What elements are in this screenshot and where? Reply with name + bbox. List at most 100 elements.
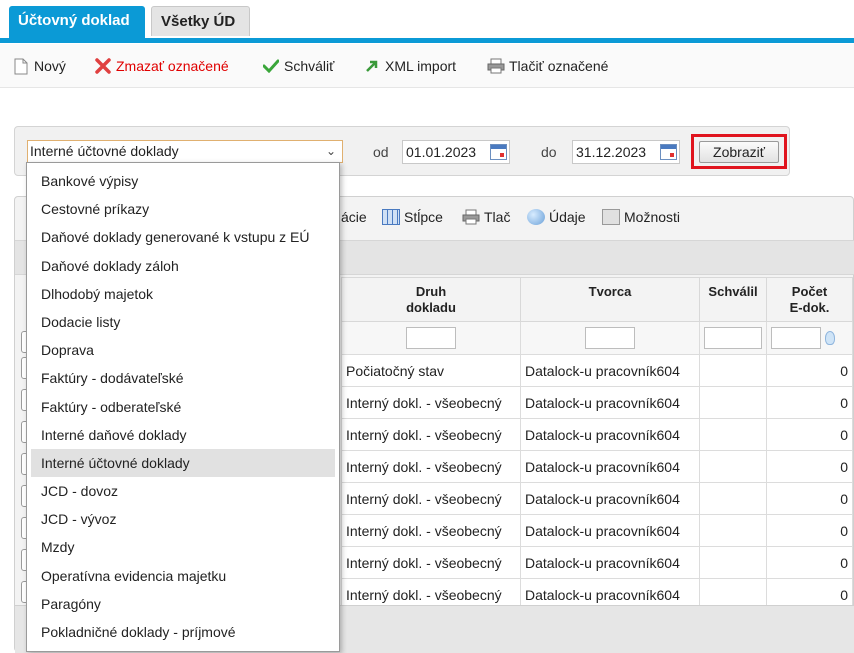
column-header-approved[interactable]: Schválil — [699, 277, 767, 322]
document-type-dropdown: Bankové výpisy Cestovné príkazy Daňové d… — [26, 162, 340, 652]
approve-label: Schváliť — [284, 58, 335, 74]
table-row[interactable]: Počiatočný stav Datalock-u pracovník604 … — [341, 354, 853, 387]
column-header-creator[interactable]: Tvorca — [520, 277, 700, 322]
print-label: Tlačiť označené — [509, 58, 609, 74]
filter-input-approved[interactable] — [704, 327, 762, 349]
data-button[interactable]: Údaje — [527, 207, 586, 227]
from-date-field[interactable]: 01.01.2023 — [402, 140, 510, 164]
dropdown-option[interactable]: Faktúry - dodávateľské — [31, 364, 335, 392]
documents-table: Druh dokladu Tvorca Schválil Počet E-dok… — [341, 277, 853, 611]
chevron-down-icon: ⌄ — [325, 144, 336, 158]
to-date-field[interactable]: 31.12.2023 — [572, 140, 680, 164]
cell-approved — [699, 354, 767, 387]
tab-vsetky-ud[interactable]: Všetky ÚD — [151, 6, 250, 36]
import-arrow-icon — [363, 57, 381, 75]
cell-creator: Datalock-u pracovník604 — [520, 482, 700, 515]
document-type-select[interactable]: Interné účtovné doklady ⌄ — [27, 140, 343, 163]
checkmark-icon — [262, 57, 280, 75]
table-row[interactable]: Interný dokl. - všeobecný Datalock-u pra… — [341, 386, 853, 419]
cell-approved — [699, 418, 767, 451]
show-button[interactable]: Zobraziť — [699, 141, 779, 163]
cell-count: 0 — [766, 514, 853, 547]
dropdown-option[interactable]: Daňové doklady generované k vstupu z EÚ — [31, 223, 335, 251]
columns-label: Stĺpce — [404, 209, 443, 225]
dropdown-option[interactable]: Faktúry - odberateľské — [31, 393, 335, 421]
actions-menu[interactable]: ácie — [341, 207, 367, 227]
print-selected-button[interactable]: Tlačiť označené — [487, 56, 608, 76]
new-button[interactable]: Nový — [12, 56, 66, 76]
cell-type: Interný dokl. - všeobecný — [341, 450, 521, 483]
options-label: Možnosti — [624, 209, 681, 225]
delete-label: Zmazať označené — [116, 58, 229, 74]
filter-cell — [341, 321, 521, 355]
filter-input-type[interactable] — [406, 327, 456, 349]
actions-label: ácie — [341, 209, 367, 225]
dropdown-option[interactable]: Paragóny — [31, 590, 335, 618]
dropdown-option[interactable]: Bankové výpisy — [31, 167, 335, 195]
options-button[interactable]: Možnosti — [602, 207, 680, 227]
column-header-count[interactable]: Počet E-dok. — [766, 277, 853, 322]
cell-approved — [699, 450, 767, 483]
cell-type: Interný dokl. - všeobecný — [341, 418, 521, 451]
column-header-type[interactable]: Druh dokladu — [341, 277, 521, 322]
from-date-value: 01.01.2023 — [406, 144, 477, 160]
filter-input-creator[interactable] — [585, 327, 635, 349]
dropdown-option[interactable]: Dlhodobý majetok — [31, 280, 335, 308]
dropdown-option[interactable]: Pokladničné doklady - príjmové — [31, 618, 335, 646]
cell-approved — [699, 386, 767, 419]
column-header-label: Druh dokladu — [406, 284, 456, 315]
cell-count: 0 — [766, 482, 853, 515]
lightbulb-icon[interactable] — [825, 331, 835, 345]
new-label: Nový — [34, 58, 66, 74]
to-date-value: 31.12.2023 — [576, 144, 647, 160]
calendar-icon[interactable] — [660, 144, 677, 160]
dropdown-option[interactable]: Doprava — [31, 336, 335, 364]
columns-button[interactable]: Stĺpce — [382, 207, 443, 227]
grid-print-button[interactable]: Tlač — [462, 207, 510, 227]
cell-creator: Datalock-u pracovník604 — [520, 386, 700, 419]
data-label: Údaje — [549, 209, 586, 225]
dropdown-option[interactable]: Dodacie listy — [31, 308, 335, 336]
globe-icon — [527, 209, 545, 225]
dropdown-option[interactable]: JCD - vývoz — [31, 505, 335, 533]
columns-icon — [382, 209, 400, 225]
table-row[interactable]: Interný dokl. - všeobecný Datalock-u pra… — [341, 450, 853, 483]
show-button-highlight: Zobraziť — [691, 134, 787, 169]
column-header-label: Tvorca — [588, 284, 632, 299]
table-row[interactable]: Interný dokl. - všeobecný Datalock-u pra… — [341, 514, 853, 547]
dropdown-option[interactable]: Mzdy — [31, 533, 335, 561]
dropdown-option[interactable]: Interné daňové doklady — [31, 421, 335, 449]
dropdown-option[interactable]: Cestovné príkazy — [31, 195, 335, 223]
filter-input-count[interactable] — [771, 327, 821, 349]
calendar-icon[interactable] — [490, 144, 507, 160]
delete-icon — [94, 57, 112, 75]
options-icon — [602, 209, 620, 225]
dropdown-option-selected[interactable]: Interné účtovné doklady — [31, 448, 335, 478]
cell-creator: Datalock-u pracovník604 — [520, 354, 700, 387]
tab-uctovny-doklad[interactable]: Účtovný doklad — [9, 6, 145, 38]
filter-cell — [520, 321, 700, 355]
dropdown-option[interactable]: JCD - dovoz — [31, 477, 335, 505]
document-type-value: Interné účtovné doklady — [30, 143, 179, 159]
cell-creator: Datalock-u pracovník604 — [520, 450, 700, 483]
cell-type: Interný dokl. - všeobecný — [341, 482, 521, 515]
table-row[interactable]: Interný dokl. - všeobecný Datalock-u pra… — [341, 546, 853, 579]
xml-import-label: XML import — [385, 58, 457, 74]
column-header-label: Schválil — [708, 284, 758, 299]
filter-cell — [766, 321, 853, 355]
cell-type: Interný dokl. - všeobecný — [341, 514, 521, 547]
table-row[interactable]: Interný dokl. - všeobecný Datalock-u pra… — [341, 482, 853, 515]
dropdown-option[interactable]: Daňové doklady záloh — [31, 252, 335, 280]
cell-type: Interný dokl. - všeobecný — [341, 546, 521, 579]
table-row[interactable]: Interný dokl. - všeobecný Datalock-u pra… — [341, 418, 853, 451]
printer-icon — [487, 57, 505, 75]
dropdown-option[interactable]: Operatívna evidencia majetku — [31, 562, 335, 590]
xml-import-button[interactable]: XML import — [363, 56, 456, 76]
cell-type: Interný dokl. - všeobecný — [341, 386, 521, 419]
cell-type: Počiatočný stav — [341, 354, 521, 387]
approve-button[interactable]: Schváliť — [262, 56, 334, 76]
cell-count: 0 — [766, 354, 853, 387]
delete-selected-button[interactable]: Zmazať označené — [94, 56, 229, 76]
cell-count: 0 — [766, 546, 853, 579]
cell-count: 0 — [766, 386, 853, 419]
